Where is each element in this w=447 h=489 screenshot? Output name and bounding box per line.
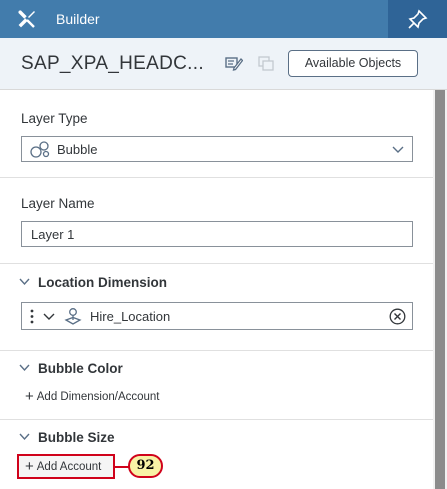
edit-icon[interactable] xyxy=(225,55,243,71)
builder-header: Builder xyxy=(0,0,447,38)
available-objects-button[interactable]: Available Objects xyxy=(288,50,418,77)
add-dimension-account-label: Add Dimension/Account xyxy=(36,391,160,403)
location-dimension-token[interactable]: Hire_Location xyxy=(21,302,413,330)
plus-icon: + xyxy=(25,388,34,405)
drag-handle-icon[interactable] xyxy=(30,309,34,324)
model-header: SAP_XPA_HEADC... Available Objects xyxy=(0,38,447,90)
bubble-color-header[interactable]: Bubble Color xyxy=(19,361,123,376)
layer-type-select[interactable]: Bubble xyxy=(21,136,413,162)
scrollbar-thumb[interactable] xyxy=(435,90,445,489)
pin-icon xyxy=(408,9,428,29)
layer-name-label: Layer Name xyxy=(21,196,95,211)
bubble-color-heading: Bubble Color xyxy=(38,361,123,376)
copy-icon[interactable] xyxy=(258,56,274,71)
section-divider xyxy=(0,177,433,178)
section-divider xyxy=(0,263,433,264)
bubble-icon xyxy=(30,141,50,158)
location-icon xyxy=(64,308,82,325)
location-dimension-value: Hire_Location xyxy=(90,309,171,324)
bubble-size-header[interactable]: Bubble Size xyxy=(19,430,115,445)
model-name: SAP_XPA_HEADC... xyxy=(21,53,204,74)
pin-button[interactable] xyxy=(388,0,447,38)
location-dimension-header[interactable]: Location Dimension xyxy=(19,275,167,290)
clear-icon[interactable] xyxy=(389,308,406,325)
layer-type-label: Layer Type xyxy=(21,111,88,126)
callout-badge: 92 xyxy=(128,454,163,478)
layer-type-value: Bubble xyxy=(57,142,98,157)
chevron-down-icon[interactable] xyxy=(392,144,404,154)
tools-icon[interactable] xyxy=(17,9,37,29)
bubble-size-heading: Bubble Size xyxy=(38,430,115,445)
location-dimension-heading: Location Dimension xyxy=(38,275,168,290)
builder-title: Builder xyxy=(56,11,100,27)
section-divider xyxy=(0,419,433,420)
add-account-label: Add Account xyxy=(36,461,102,473)
chevron-down-icon[interactable] xyxy=(43,312,55,321)
chevron-down-icon xyxy=(19,364,30,372)
layer-name-input[interactable]: Layer 1 xyxy=(21,221,413,247)
panel-scrollbar[interactable] xyxy=(433,90,447,489)
plus-icon: + xyxy=(25,458,34,475)
section-divider xyxy=(0,350,433,351)
add-dimension-account-button[interactable]: + Add Dimension/Account xyxy=(25,388,160,405)
callout-connector xyxy=(115,466,129,468)
add-account-button[interactable]: + Add Account xyxy=(17,454,115,479)
chevron-down-icon xyxy=(19,433,30,441)
layer-name-value: Layer 1 xyxy=(31,227,75,242)
chevron-down-icon xyxy=(19,278,30,286)
